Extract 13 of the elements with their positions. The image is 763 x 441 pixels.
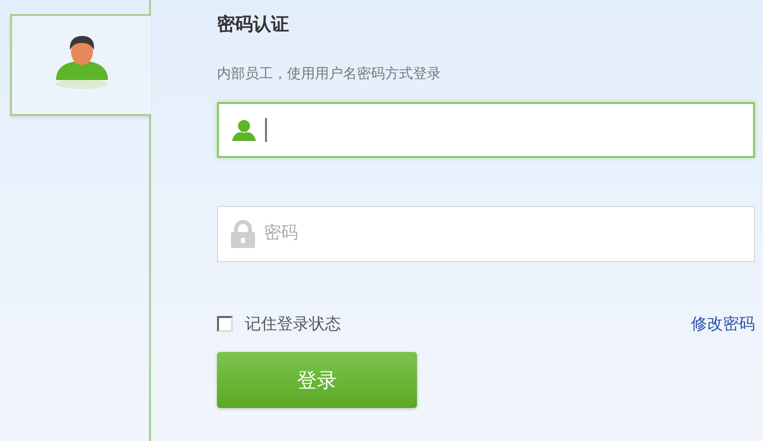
form-title: 密码认证 — [217, 13, 290, 37]
user-icon — [231, 118, 257, 142]
username-field[interactable] — [217, 102, 755, 158]
form-subtitle: 内部员工，使用用户名密码方式登录 — [217, 65, 442, 84]
lock-icon — [230, 220, 256, 248]
remember-label: 记住登录状态 — [245, 313, 341, 335]
remember-checkbox[interactable] — [217, 316, 233, 332]
password-field[interactable]: 密码 — [217, 206, 755, 262]
login-button[interactable]: 登录 — [217, 352, 417, 408]
placeholder-text: 密码 — [264, 222, 298, 246]
text-cursor — [265, 118, 267, 142]
change-password-link[interactable]: 修改密码 — [691, 312, 755, 336]
account-tab[interactable] — [10, 14, 151, 116]
